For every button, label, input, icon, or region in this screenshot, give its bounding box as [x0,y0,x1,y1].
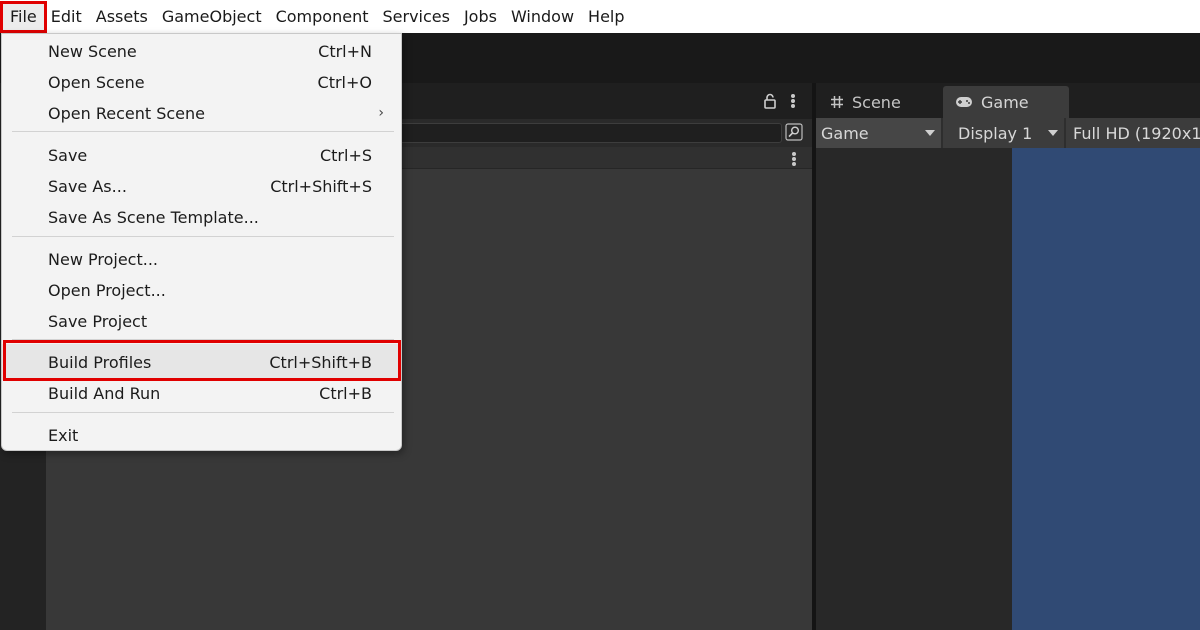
menu-item-label: New Scene [48,41,137,61]
menu-item-label: Open Project... [48,280,166,300]
menu-item-label: Open Recent Scene [48,103,205,123]
menu-services[interactable]: Services [375,4,456,30]
menu-item-label: Save As... [48,176,127,196]
tab-game-label: Game [981,92,1029,112]
menu-item-label: Save As Scene Template... [48,207,259,227]
display-dropdown[interactable]: Display 1 [953,118,1066,148]
menu-item-open-recent-scene[interactable]: Open Recent Scene › [2,99,401,127]
menu-item-label: New Project... [48,249,158,269]
menu-help[interactable]: Help [581,4,631,30]
menu-window[interactable]: Window [504,4,581,30]
tab-scene[interactable]: Scene [818,86,913,118]
view-mode-dropdown[interactable]: Game [816,118,943,148]
lock-icon[interactable] [762,93,778,109]
menu-item-new-scene[interactable]: New Scene Ctrl+N [2,37,401,65]
gamepad-icon [956,97,972,107]
menu-gameobject[interactable]: GameObject [155,4,269,30]
game-view-letterbox [816,148,1012,630]
menu-item-shortcut: Ctrl+B [319,383,372,403]
menu-item-new-project[interactable]: New Project... [2,245,401,273]
menu-item-label: Save [48,145,88,165]
menu-assets[interactable]: Assets [89,4,155,30]
display-value: Display 1 [958,123,1033,143]
file-menu-dropdown: New Scene Ctrl+N Open Scene Ctrl+O Open … [1,33,402,451]
menu-component[interactable]: Component [269,4,376,30]
menu-item-save-as-scene-template[interactable]: Save As Scene Template... [2,203,401,231]
menu-file[interactable]: File [0,0,47,33]
tab-game[interactable]: Game [943,86,1069,118]
menu-item-shortcut: Ctrl+N [318,41,372,61]
chevron-right-icon: › [378,105,384,121]
kebab-menu-icon[interactable] [791,151,797,167]
menu-edit[interactable]: Edit [44,4,89,30]
menu-item-save-as[interactable]: Save As... Ctrl+Shift+S [2,172,401,200]
game-view[interactable] [1012,148,1200,630]
menu-separator [12,236,394,237]
menu-jobs[interactable]: Jobs [457,4,504,30]
kebab-menu-icon[interactable] [790,93,796,109]
menu-item-shortcut: Ctrl+Shift+S [270,176,372,196]
resolution-dropdown[interactable]: Full HD (1920x1080) [1068,118,1200,148]
menu-item-label: Build Profiles [48,352,152,372]
menu-item-save-project[interactable]: Save Project [2,307,401,335]
menu-item-label: Build And Run [48,383,161,403]
hierarchy-search-input[interactable] [390,123,782,143]
resolution-value: Full HD (1920x1080) [1073,123,1200,143]
menu-item-build-and-run[interactable]: Build And Run Ctrl+B [2,379,401,407]
menu-item-shortcut: Ctrl+Shift+B [269,352,372,372]
menu-item-open-scene[interactable]: Open Scene Ctrl+O [2,68,401,96]
menu-item-label: Open Scene [48,72,145,92]
menu-bar: File Edit Assets GameObject Component Se… [0,0,1200,33]
menu-item-shortcut: Ctrl+O [317,72,372,92]
menu-separator [12,131,394,132]
hash-icon [831,96,843,108]
menu-separator [12,412,394,413]
menu-item-exit[interactable]: Exit [2,421,401,449]
menu-separator [12,339,394,340]
tab-scene-label: Scene [852,92,901,112]
dropdown-arrow-icon [1048,130,1058,136]
dropdown-arrow-icon [925,130,935,136]
view-mode-value: Game [821,123,869,143]
menu-item-open-project[interactable]: Open Project... [2,276,401,304]
menu-item-label: Exit [48,425,79,445]
menu-item-build-profiles[interactable]: Build Profiles Ctrl+Shift+B [2,344,401,380]
menu-item-label: Save Project [48,311,148,331]
menu-item-shortcut: Ctrl+S [319,145,372,165]
search-options-icon[interactable] [785,123,803,141]
menu-item-save[interactable]: Save Ctrl+S [2,141,401,169]
